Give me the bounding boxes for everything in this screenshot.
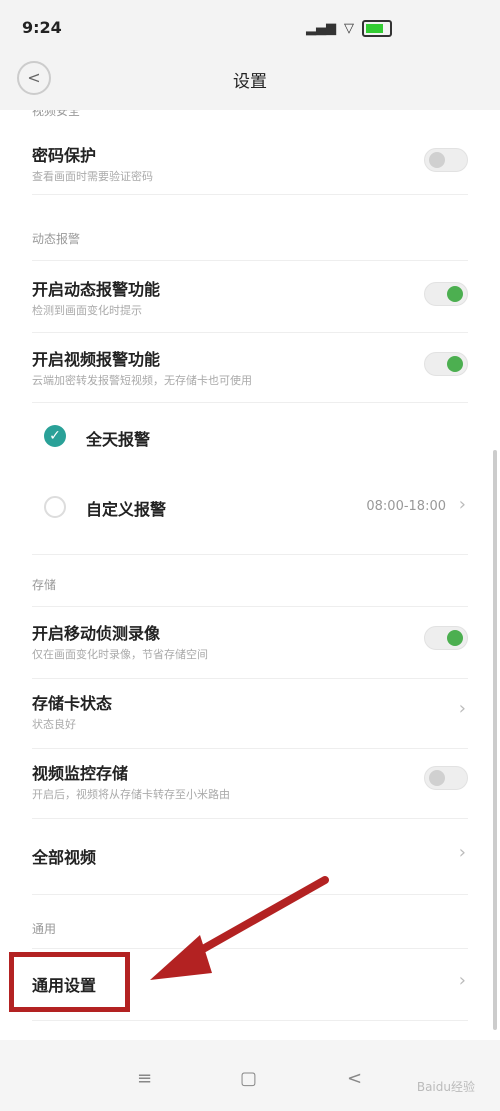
annotation-arrow-icon	[150, 876, 329, 980]
menu-icon[interactable]: ≡	[137, 1068, 152, 1089]
navigation-bar: ≡ ▢ <	[0, 1040, 500, 1111]
annotation-highlight-box	[9, 952, 130, 1012]
home-icon[interactable]: ▢	[240, 1068, 257, 1089]
watermark: Baidu经验	[416, 1080, 475, 1094]
nav-back-icon[interactable]: <	[347, 1068, 362, 1089]
